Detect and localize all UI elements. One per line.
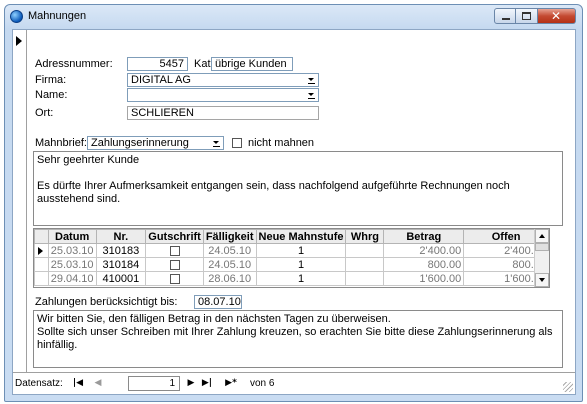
whrg-cell[interactable] <box>345 257 385 272</box>
invoice-header-row: Datum Nr. Gutschrift Fälligkeit Neue Mah… <box>34 229 549 244</box>
gutschrift-checkbox[interactable] <box>169 273 180 284</box>
closing-line-1: Wir bitten Sie, den fälligen Betrag in d… <box>37 313 391 325</box>
column-header[interactable]: Neue Mahnstufe <box>255 229 347 244</box>
kat-field[interactable]: übrige Kunden <box>211 57 293 71</box>
datum-cell[interactable]: 29.04.10 <box>47 271 97 286</box>
firma-value: DIGITAL AG <box>131 74 191 86</box>
intro-line-1: Sehr geehrter Kunde <box>37 154 140 166</box>
maximize-button[interactable] <box>516 8 538 24</box>
record-label: Datensatz: <box>15 378 63 389</box>
datum-cell[interactable]: 25.03.10 <box>47 243 97 258</box>
column-header[interactable]: Fälligkeit <box>202 229 257 244</box>
resize-grip-icon[interactable] <box>563 382 573 392</box>
faelligkeit-cell[interactable]: 24.05.10 <box>202 257 257 272</box>
firma-label: Firma: <box>35 74 67 86</box>
betrag-cell[interactable]: 2'400.00 <box>383 243 465 258</box>
chevron-down-icon[interactable] <box>211 138 222 148</box>
table-row[interactable]: 25.03.10 310184 24.05.10 1 800.00 800.00 <box>34 257 549 272</box>
current-record-icon <box>16 36 22 46</box>
gutschrift-cell <box>145 243 204 258</box>
minimize-icon <box>502 18 510 20</box>
firma-combo[interactable]: DIGITAL AG <box>127 73 319 87</box>
column-header[interactable]: Datum <box>47 229 97 244</box>
column-header[interactable]: Nr. <box>95 229 147 244</box>
app-icon <box>10 10 23 23</box>
column-header[interactable]: Whrg <box>345 229 385 244</box>
gutschrift-cell <box>145 257 204 272</box>
nr-cell[interactable]: 310183 <box>95 243 147 258</box>
previous-record-icon[interactable]: ◀ <box>91 376 105 390</box>
record-navigation-bar: Datensatz: |◀ ◀ 1 ▶ ▶| ▶* von 6 <box>13 372 575 394</box>
payments-date-field[interactable]: 08.07.10 <box>194 295 242 309</box>
row-selector[interactable] <box>34 271 49 286</box>
first-record-icon[interactable]: |◀ <box>71 376 85 390</box>
title-bar[interactable]: Mahnungen ✕ <box>5 5 582 29</box>
row-selector[interactable] <box>34 243 49 258</box>
nicht-mahnen-checkbox[interactable] <box>232 138 242 148</box>
faelligkeit-cell[interactable]: 28.06.10 <box>202 271 257 286</box>
mahnbrief-label: Mahnbrief: <box>35 137 87 149</box>
adressnummer-label: Adressnummer: <box>35 58 113 70</box>
row-selector-header <box>34 229 49 244</box>
invoice-table-grid: Datum Nr. Gutschrift Fälligkeit Neue Mah… <box>34 229 549 286</box>
gutschrift-checkbox[interactable] <box>169 245 180 256</box>
current-row-icon <box>38 247 43 255</box>
mahnungen-window: Mahnungen ✕ Adressnummer: 5457 Kat übrig… <box>4 4 583 402</box>
record-selector[interactable] <box>13 30 27 372</box>
scroll-down-icon[interactable] <box>535 273 549 287</box>
mahnbrief-combo[interactable]: Zahlungserinnerung <box>87 136 224 150</box>
table-row[interactable]: 25.03.10 310183 24.05.10 1 2'400.00 2'40… <box>34 243 549 258</box>
current-record-field[interactable]: 1 <box>128 376 180 391</box>
payments-label: Zahlungen berücksichtigt bis: <box>35 296 178 308</box>
scroll-thumb[interactable] <box>535 243 549 251</box>
mahnstufe-cell[interactable]: 1 <box>255 243 347 258</box>
ort-field[interactable]: SCHLIEREN <box>127 106 319 120</box>
new-record-icon[interactable]: ▶* <box>220 376 242 390</box>
column-header[interactable]: Betrag <box>383 229 465 244</box>
closing-text-box[interactable]: Wir bitten Sie, den fälligen Betrag in d… <box>33 310 563 368</box>
form-client-area: Adressnummer: 5457 Kat übrige Kunden Fir… <box>12 29 576 395</box>
chevron-down-icon[interactable] <box>306 90 317 100</box>
scroll-up-icon[interactable] <box>535 229 549 243</box>
minimize-button[interactable] <box>494 8 516 24</box>
betrag-cell[interactable]: 800.00 <box>383 257 465 272</box>
whrg-cell[interactable] <box>345 243 385 258</box>
betrag-cell[interactable]: 1'600.00 <box>383 271 465 286</box>
kat-label: Kat <box>194 58 211 70</box>
window-title: Mahnungen <box>28 10 87 22</box>
intro-line-3: Es dürfte Ihrer Aufmerksamkeit entgangen… <box>37 180 513 205</box>
close-button[interactable]: ✕ <box>538 8 576 24</box>
column-header[interactable]: Gutschrift <box>145 229 204 244</box>
next-record-icon[interactable]: ▶ <box>184 376 198 390</box>
record-count: von 6 <box>250 378 275 389</box>
close-icon: ✕ <box>551 9 562 23</box>
row-selector[interactable] <box>34 257 49 272</box>
table-row[interactable]: 29.04.10 410001 28.06.10 1 1'600.00 1'60… <box>34 271 549 286</box>
chevron-down-icon[interactable] <box>306 75 317 85</box>
whrg-cell[interactable] <box>345 271 385 286</box>
intro-line-2 <box>37 167 559 180</box>
nr-cell[interactable]: 310184 <box>95 257 147 272</box>
intro-text-box[interactable]: Sehr geehrter Kunde Es dürfte Ihrer Aufm… <box>33 151 563 226</box>
faelligkeit-cell[interactable]: 24.05.10 <box>202 243 257 258</box>
mahnbrief-value: Zahlungserinnerung <box>91 137 189 149</box>
adressnummer-field[interactable]: 5457 <box>127 57 188 71</box>
name-combo[interactable] <box>127 88 319 102</box>
maximize-icon <box>522 12 531 20</box>
gutschrift-cell <box>145 271 204 286</box>
nicht-mahnen-label: nicht mahnen <box>248 137 315 149</box>
table-scrollbar[interactable] <box>534 229 549 287</box>
nr-cell[interactable]: 410001 <box>95 271 147 286</box>
mahnstufe-cell[interactable]: 1 <box>255 257 347 272</box>
datum-cell[interactable]: 25.03.10 <box>47 257 97 272</box>
closing-line-2: Sollte sich unser Schreiben mit Ihrer Za… <box>37 326 556 351</box>
mahnstufe-cell[interactable]: 1 <box>255 271 347 286</box>
last-record-icon[interactable]: ▶| <box>200 376 214 390</box>
gutschrift-checkbox[interactable] <box>169 259 180 270</box>
ort-label: Ort: <box>35 107 54 119</box>
name-label: Name: <box>35 89 68 101</box>
window-controls: ✕ <box>494 8 576 25</box>
invoice-table[interactable]: Datum Nr. Gutschrift Fälligkeit Neue Mah… <box>33 228 550 288</box>
